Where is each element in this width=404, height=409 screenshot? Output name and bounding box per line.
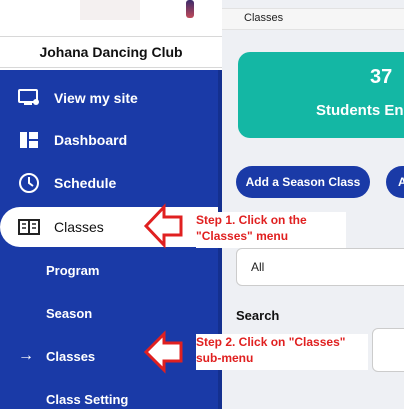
club-name: Johana Dancing Club: [0, 36, 222, 68]
sidebar-subitem-program[interactable]: Program: [0, 252, 218, 288]
breadcrumb: Classes: [222, 8, 404, 30]
club-logo: [80, 0, 194, 20]
step1-line1: Step 1. Click on the: [196, 213, 307, 227]
clock-icon: [18, 172, 40, 194]
sidebar-subitem-class-setting[interactable]: Class Setting: [0, 381, 218, 409]
step2-line1: Step 2. Click on "Classes": [196, 335, 346, 349]
sidebar-item-label: Dashboard: [54, 132, 128, 148]
stat-label: Students Enro: [316, 102, 404, 119]
sidebar-subitem-season[interactable]: Season: [0, 295, 218, 331]
sidebar-nav: View my site Dashboard Schedule Classes: [0, 70, 222, 409]
step2-line2: sub-menu: [196, 351, 254, 365]
sidebar: Johana Dancing Club View my site Dashboa…: [0, 0, 222, 409]
app-root: Johana Dancing Club View my site Dashboa…: [0, 0, 404, 409]
sidebar-subitem-label: Season: [46, 305, 93, 321]
step1-annotation: Step 1. Click on the "Classes" menu: [196, 212, 346, 248]
stat-card-students: 37 Students Enro: [238, 52, 404, 138]
search-input[interactable]: [372, 328, 404, 372]
step1-line2: "Classes" menu: [196, 229, 289, 243]
breadcrumb-current: Classes: [244, 12, 284, 24]
sidebar-subitem-label: Program: [46, 262, 100, 278]
sidebar-subitem-classes[interactable]: → Classes: [0, 338, 218, 374]
sidebar-subitem-label: Class Setting: [46, 391, 129, 407]
step2-arrow-icon: [143, 330, 183, 374]
arrow-right-icon: →: [18, 347, 34, 364]
monitor-user-icon: [18, 87, 40, 109]
book-icon: [18, 216, 40, 238]
filter-select[interactable]: All: [236, 248, 404, 286]
logo-area: [0, 0, 222, 36]
sidebar-item-dashboard[interactable]: Dashboard: [0, 120, 218, 160]
search-label: Search: [236, 308, 280, 323]
add-season-class-button[interactable]: Add a Season Class: [236, 166, 370, 198]
sidebar-item-label: Schedule: [54, 175, 117, 191]
step1-arrow-icon: [143, 203, 183, 249]
sidebar-item-classes[interactable]: Classes: [0, 207, 218, 247]
sidebar-item-schedule[interactable]: Schedule: [0, 163, 218, 203]
sidebar-item-view-my-site[interactable]: View my site: [0, 78, 218, 118]
dashboard-icon: [18, 129, 40, 151]
step2-annotation: Step 2. Click on "Classes" sub-menu: [196, 334, 368, 370]
sidebar-item-label: Classes: [54, 219, 104, 235]
dancer-figure-icon: [186, 0, 194, 18]
stat-value: 37: [370, 66, 393, 88]
secondary-action-button[interactable]: A: [386, 166, 404, 198]
sidebar-subitem-label: Classes: [46, 348, 96, 364]
sidebar-item-label: View my site: [54, 90, 138, 106]
